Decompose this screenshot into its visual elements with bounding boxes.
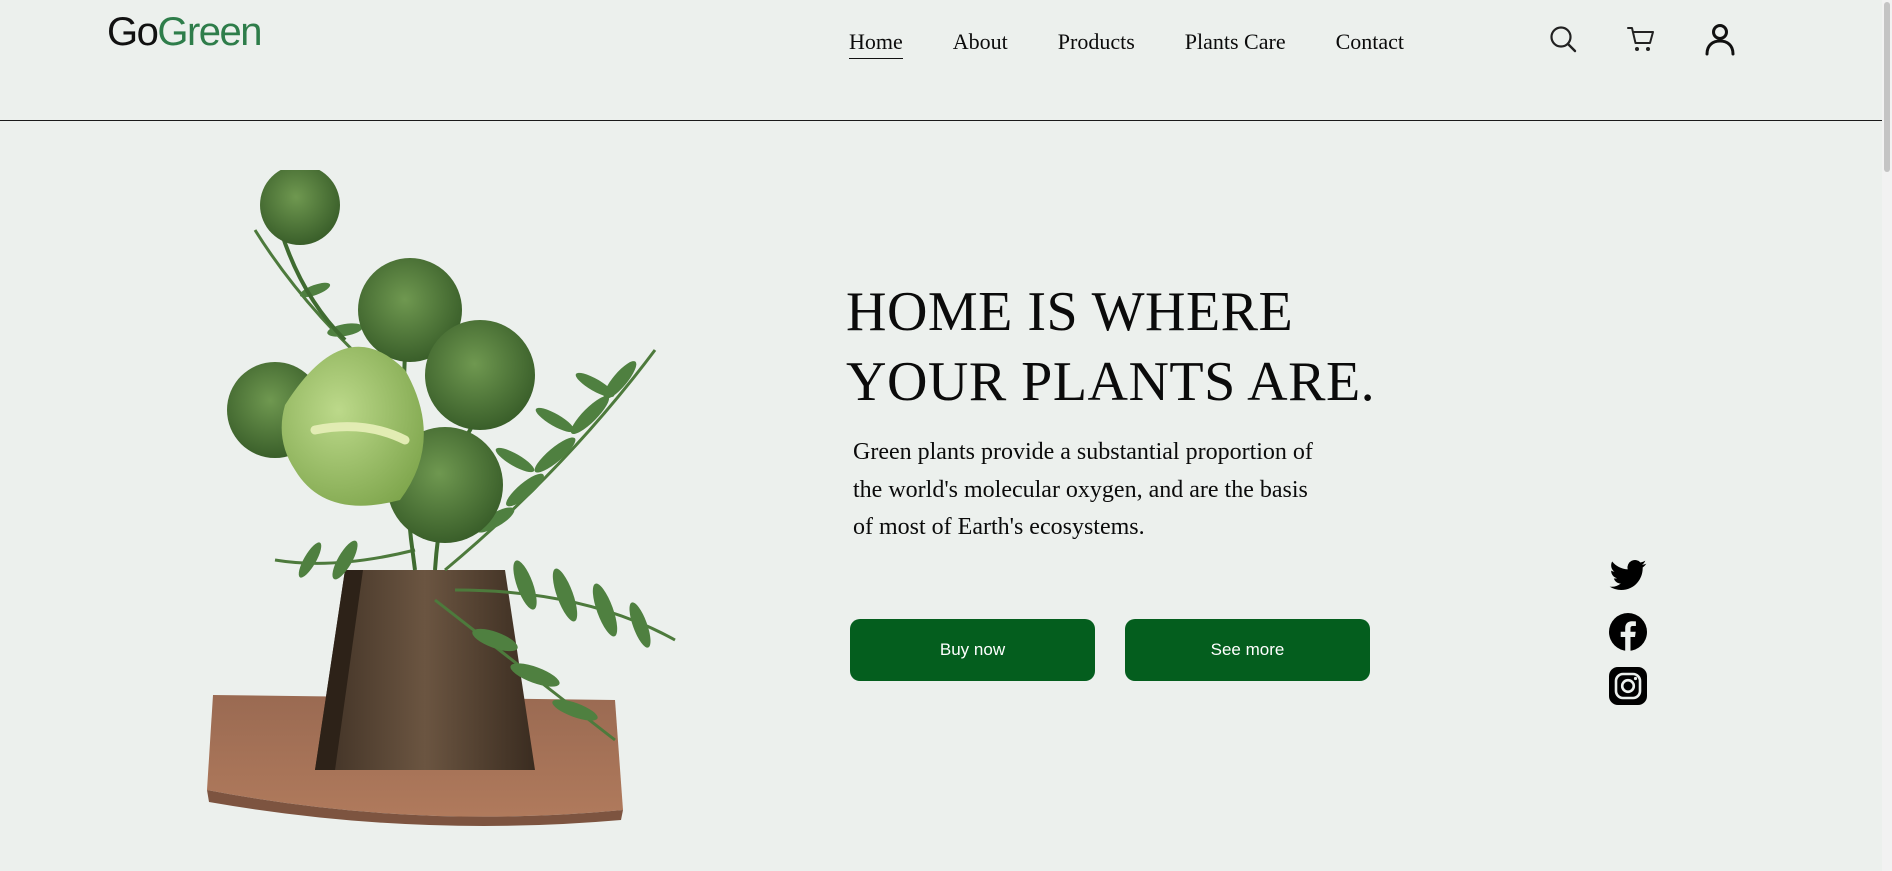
site-header: GoGreen Home About Products Plants Care …	[0, 0, 1882, 121]
nav-plants-care[interactable]: Plants Care	[1185, 26, 1286, 59]
plant-vase-image	[195, 165, 715, 840]
cart-icon[interactable]	[1626, 24, 1660, 58]
see-more-button[interactable]: See more	[1125, 619, 1370, 681]
search-icon[interactable]	[1548, 24, 1582, 58]
hero-headline-line2: YOUR PLANTS ARE.	[846, 351, 1376, 413]
instagram-icon[interactable]	[1608, 666, 1648, 706]
facebook-icon[interactable]	[1608, 612, 1648, 652]
logo[interactable]: GoGreen	[107, 10, 263, 55]
nav-contact[interactable]: Contact	[1336, 26, 1404, 59]
user-icon[interactable]	[1703, 22, 1737, 56]
logo-green: Green	[157, 10, 262, 54]
nav-home[interactable]: Home	[849, 26, 903, 59]
buy-now-button[interactable]: Buy now	[850, 619, 1095, 681]
logo-go: Go	[107, 10, 159, 54]
main-nav: Home About Products Plants Care Contact	[849, 26, 1454, 59]
nav-about[interactable]: About	[953, 26, 1008, 59]
scrollbar-thumb[interactable]	[1884, 2, 1890, 172]
hero-description: Green plants provide a substantial propo…	[853, 439, 1313, 540]
hero-headline: HOME IS WHERE YOUR PLANTS ARE.	[846, 277, 1406, 417]
scrollbar[interactable]	[1882, 0, 1892, 871]
hero-headline-line1: HOME IS WHERE	[846, 281, 1294, 343]
nav-products[interactable]: Products	[1058, 26, 1135, 59]
twitter-icon[interactable]	[1608, 556, 1648, 596]
